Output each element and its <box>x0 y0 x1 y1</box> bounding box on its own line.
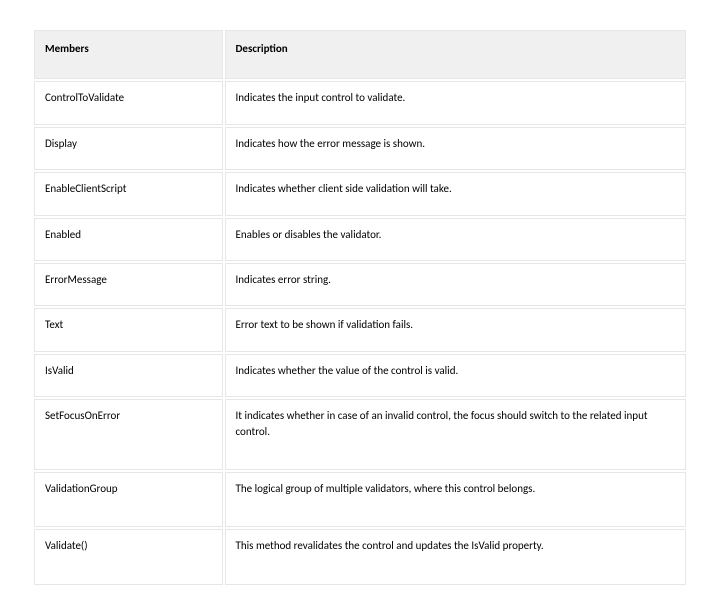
desc-cell: Indicates error string. <box>225 263 687 306</box>
validator-members-table: Members Description ControlToValidate In… <box>32 28 688 587</box>
desc-cell: Enables or disables the validator. <box>225 218 687 261</box>
table-row: Enabled Enables or disables the validato… <box>34 218 686 261</box>
desc-cell: The logical group of multiple validators… <box>225 472 687 527</box>
table-row: Validate() This method revalidates the c… <box>34 529 686 584</box>
desc-cell: Indicates whether client side validation… <box>225 172 687 215</box>
member-cell: ErrorMessage <box>34 263 223 306</box>
table-row: ErrorMessage Indicates error string. <box>34 263 686 306</box>
table-row: Text Error text to be shown if validatio… <box>34 308 686 351</box>
member-cell: Validate() <box>34 529 223 584</box>
desc-cell: Indicates how the error message is shown… <box>225 127 687 170</box>
member-cell: ControlToValidate <box>34 81 223 124</box>
desc-cell: This method revalidates the control and … <box>225 529 687 584</box>
table-row: SetFocusOnError It indicates whether in … <box>34 399 686 470</box>
member-cell: SetFocusOnError <box>34 399 223 470</box>
member-cell: Text <box>34 308 223 351</box>
desc-cell: Indicates whether the value of the contr… <box>225 354 687 397</box>
member-cell: EnableClientScript <box>34 172 223 215</box>
member-cell: IsValid <box>34 354 223 397</box>
member-cell: Display <box>34 127 223 170</box>
desc-cell: Error text to be shown if validation fai… <box>225 308 687 351</box>
desc-cell: It indicates whether in case of an inval… <box>225 399 687 470</box>
table-row: EnableClientScript Indicates whether cli… <box>34 172 686 215</box>
member-cell: ValidationGroup <box>34 472 223 527</box>
table-row: ControlToValidate Indicates the input co… <box>34 81 686 124</box>
member-cell: Enabled <box>34 218 223 261</box>
header-description: Description <box>225 30 687 79</box>
table-row: Display Indicates how the error message … <box>34 127 686 170</box>
table-row: IsValid Indicates whether the value of t… <box>34 354 686 397</box>
desc-cell: Indicates the input control to validate. <box>225 81 687 124</box>
header-members: Members <box>34 30 223 79</box>
table-header-row: Members Description <box>34 30 686 79</box>
table-row: ValidationGroup The logical group of mul… <box>34 472 686 527</box>
